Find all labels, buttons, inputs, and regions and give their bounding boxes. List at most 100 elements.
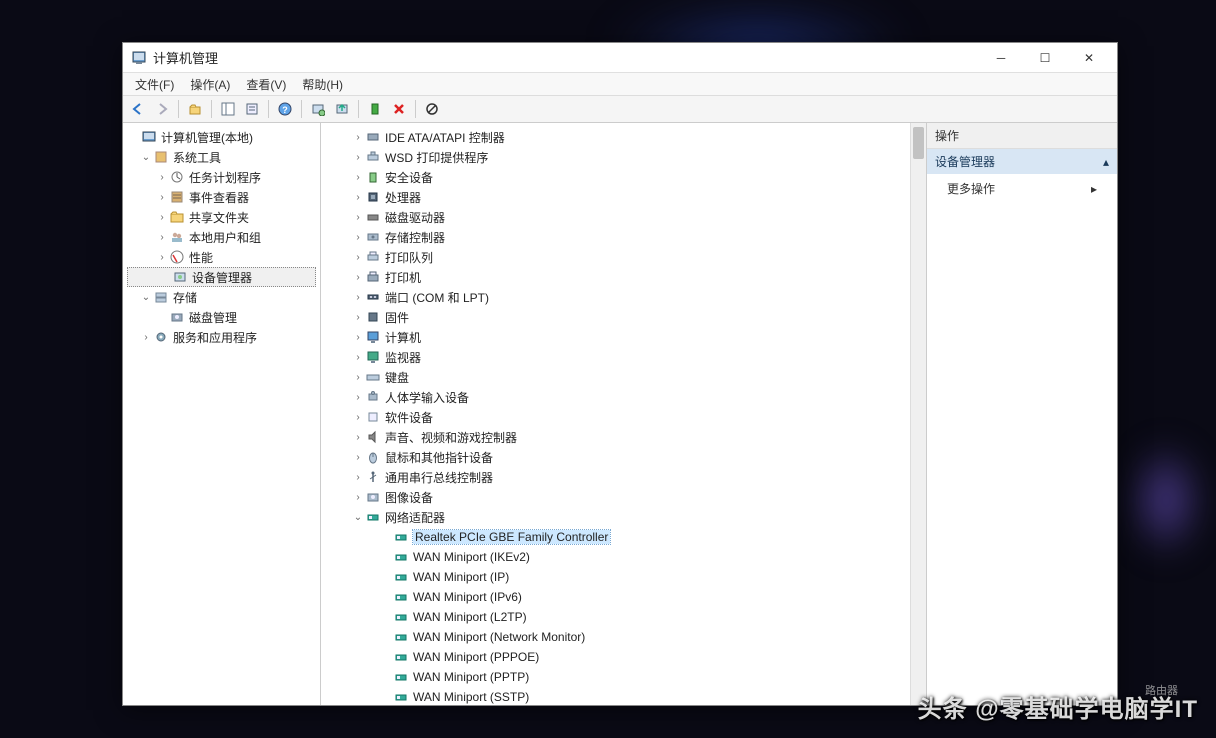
device-category-pc[interactable]: ›计算机 — [323, 327, 908, 347]
devmgr-icon — [172, 269, 188, 285]
menu-file[interactable]: 文件(F) — [127, 74, 182, 95]
forward-button[interactable] — [151, 98, 173, 120]
network-adapter-item[interactable]: WAN Miniport (PPTP) — [323, 667, 908, 687]
device-label: 软件设备 — [385, 409, 433, 426]
tree-label: 系统工具 — [173, 149, 221, 166]
expander-icon[interactable]: › — [351, 352, 365, 363]
device-category-fw[interactable]: ›固件 — [323, 307, 908, 327]
device-label: 磁盘驱动器 — [385, 209, 445, 226]
expander-icon[interactable]: › — [351, 232, 365, 243]
disable-device-button[interactable] — [421, 98, 443, 120]
tree-storage[interactable]: ⌄ 存储 — [125, 287, 318, 307]
back-button[interactable] — [127, 98, 149, 120]
device-category-usb[interactable]: ›通用串行总线控制器 — [323, 467, 908, 487]
device-category-wsd[interactable]: ›WSD 打印提供程序 — [323, 147, 908, 167]
expander-icon[interactable]: › — [351, 172, 365, 183]
tree-services-apps[interactable]: › 服务和应用程序 — [125, 327, 318, 347]
expander-icon[interactable]: ⌄ — [139, 152, 153, 163]
maximize-button[interactable]: ☐ — [1023, 44, 1067, 72]
watermark: 头条 @零基础学电脑学IT — [918, 689, 1198, 724]
device-category-img[interactable]: ›图像设备 — [323, 487, 908, 507]
expander-icon[interactable]: › — [351, 492, 365, 503]
scrollbar[interactable] — [910, 123, 926, 705]
scroll-thumb[interactable] — [913, 127, 924, 159]
expander-icon[interactable]: › — [155, 172, 169, 183]
network-adapter-item[interactable]: Realtek PCIe GBE Family Controller — [323, 527, 908, 547]
show-hide-tree-button[interactable] — [217, 98, 239, 120]
expander-icon[interactable]: › — [351, 292, 365, 303]
device-category-ide[interactable]: ›IDE ATA/ATAPI 控制器 — [323, 127, 908, 147]
expander-icon[interactable]: › — [351, 272, 365, 283]
network-adapter-item[interactable]: WAN Miniport (IPv6) — [323, 587, 908, 607]
minimize-button[interactable]: ─ — [979, 44, 1023, 72]
expander-icon[interactable]: › — [139, 332, 153, 343]
tree-disk-mgmt[interactable]: 磁盘管理 — [125, 307, 318, 327]
network-adapter-item[interactable]: WAN Miniport (IP) — [323, 567, 908, 587]
printer-icon — [365, 269, 381, 285]
tree-event-viewer[interactable]: › 事件查看器 — [125, 187, 318, 207]
device-category-mouse[interactable]: ›鼠标和其他指针设备 — [323, 447, 908, 467]
device-category-sec[interactable]: ›安全设备 — [323, 167, 908, 187]
tree-system-tools[interactable]: ⌄ 系统工具 — [125, 147, 318, 167]
update-driver-button[interactable] — [331, 98, 353, 120]
device-category-net[interactable]: ⌄网络适配器 — [323, 507, 908, 527]
menu-view[interactable]: 查看(V) — [238, 74, 294, 95]
expander-icon[interactable]: › — [155, 232, 169, 243]
device-category-hid[interactable]: › 人体学输入设备 — [323, 387, 908, 407]
network-adapter-item[interactable]: WAN Miniport (SSTP) — [323, 687, 908, 705]
expander-icon[interactable]: ⌄ — [139, 292, 153, 303]
scan-hardware-button[interactable] — [307, 98, 329, 120]
expander-icon[interactable]: › — [351, 412, 365, 423]
expander-icon[interactable]: › — [351, 252, 365, 263]
expander-icon[interactable]: › — [351, 432, 365, 443]
tree-device-manager[interactable]: 设备管理器 — [127, 267, 316, 287]
tree-performance[interactable]: › 性能 — [125, 247, 318, 267]
network-adapter-item[interactable]: WAN Miniport (L2TP) — [323, 607, 908, 627]
properties-button[interactable] — [241, 98, 263, 120]
uninstall-device-button[interactable] — [388, 98, 410, 120]
tree-root[interactable]: 计算机管理(本地) — [125, 127, 318, 147]
network-adapter-item[interactable]: WAN Miniport (IKEv2) — [323, 547, 908, 567]
network-adapter-item[interactable]: WAN Miniport (PPPOE) — [323, 647, 908, 667]
tree-local-users[interactable]: › 本地用户和组 — [125, 227, 318, 247]
net-icon — [365, 509, 381, 525]
actions-section[interactable]: 设备管理器 ▴ — [927, 149, 1117, 174]
device-category-sw[interactable]: › 软件设备 — [323, 407, 908, 427]
tree-task-scheduler[interactable]: › 任务计划程序 — [125, 167, 318, 187]
tree-shared-folders[interactable]: › 共享文件夹 — [125, 207, 318, 227]
device-category-cpu[interactable]: ›处理器 — [323, 187, 908, 207]
menu-help[interactable]: 帮助(H) — [294, 74, 351, 95]
device-category-disk[interactable]: › 磁盘驱动器 — [323, 207, 908, 227]
expander-icon[interactable]: › — [351, 372, 365, 383]
device-label: 人体学输入设备 — [385, 389, 469, 406]
expander-icon[interactable]: › — [351, 332, 365, 343]
device-category-printq[interactable]: ›打印队列 — [323, 247, 908, 267]
expander-icon[interactable]: › — [351, 452, 365, 463]
network-adapter-item[interactable]: WAN Miniport (Network Monitor) — [323, 627, 908, 647]
device-category-printer[interactable]: ›打印机 — [323, 267, 908, 287]
device-category-snd[interactable]: ›声音、视频和游戏控制器 — [323, 427, 908, 447]
expander-icon[interactable]: › — [351, 212, 365, 223]
actions-more[interactable]: 更多操作 ▸ — [927, 174, 1117, 203]
device-category-mon[interactable]: ›监视器 — [323, 347, 908, 367]
expander-icon[interactable]: › — [351, 192, 365, 203]
device-category-port[interactable]: ›端口 (COM 和 LPT) — [323, 287, 908, 307]
enable-device-button[interactable] — [364, 98, 386, 120]
expander-icon[interactable]: › — [351, 392, 365, 403]
expander-icon[interactable]: › — [351, 132, 365, 143]
expander-icon[interactable]: › — [155, 252, 169, 263]
menu-action[interactable]: 操作(A) — [182, 74, 238, 95]
expander-icon[interactable]: › — [351, 152, 365, 163]
up-button[interactable] — [184, 98, 206, 120]
expander-icon[interactable]: ⌄ — [351, 512, 365, 523]
expander-icon[interactable]: › — [351, 312, 365, 323]
expander-icon[interactable]: › — [155, 212, 169, 223]
net-icon — [393, 629, 409, 645]
close-button[interactable]: ✕ — [1067, 44, 1111, 72]
help-button[interactable]: ? — [274, 98, 296, 120]
storage-icon — [153, 289, 169, 305]
device-category-stor[interactable]: ›存储控制器 — [323, 227, 908, 247]
device-category-kb[interactable]: ›键盘 — [323, 367, 908, 387]
expander-icon[interactable]: › — [155, 192, 169, 203]
expander-icon[interactable]: › — [351, 472, 365, 483]
